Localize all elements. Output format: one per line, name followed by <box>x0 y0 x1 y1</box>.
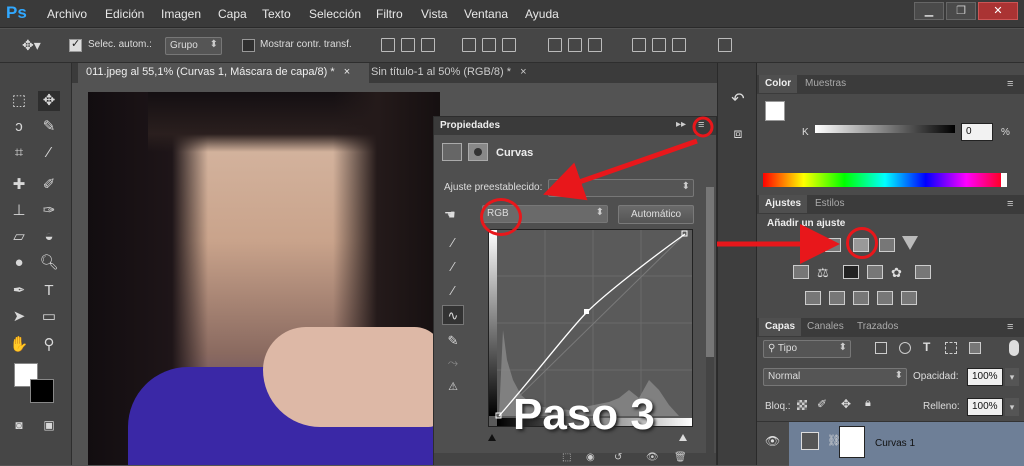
annotation-arrows <box>543 116 840 264</box>
